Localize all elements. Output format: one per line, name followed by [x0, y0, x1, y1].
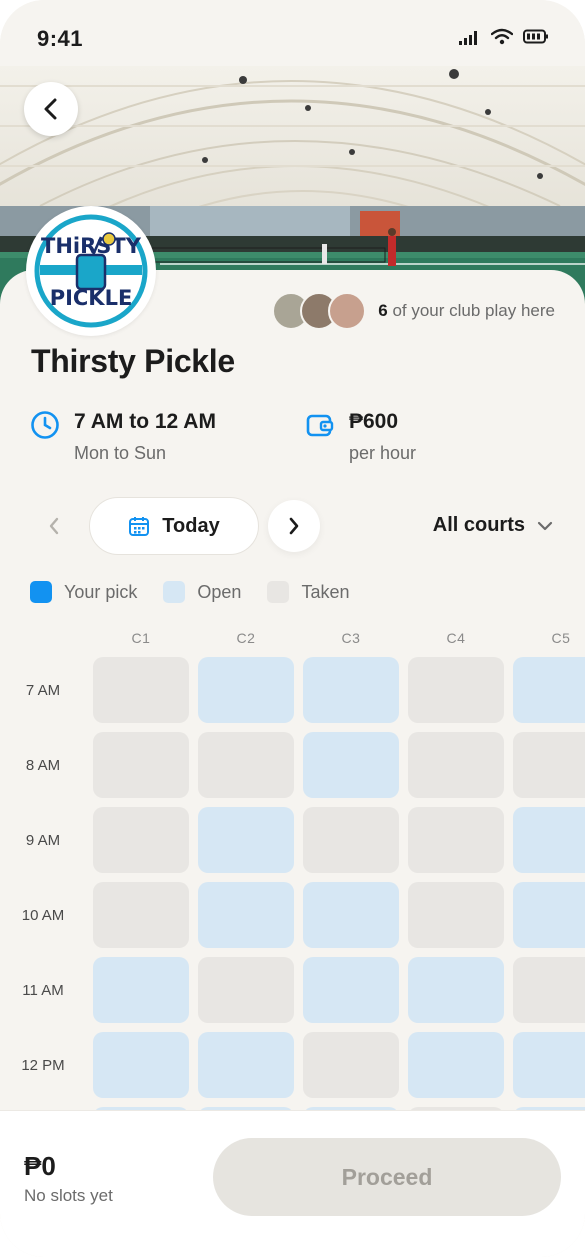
time-slot-taken	[303, 807, 399, 873]
price-sub: per hour	[349, 443, 417, 463]
status-time: 9:41	[37, 26, 84, 51]
time-label: 11 AM	[22, 982, 64, 999]
club-label: of your club play here	[392, 301, 555, 320]
time-slot-open[interactable]	[513, 807, 585, 873]
legend-label: Your pick	[64, 581, 138, 602]
time-label: 8 AM	[25, 757, 61, 774]
calendar-icon	[129, 517, 150, 536]
legend-item-open: Open	[163, 581, 241, 603]
wifi-icon	[491, 28, 513, 45]
page-title: Thirsty Pickle	[31, 343, 235, 379]
chevron-down-icon	[537, 521, 553, 530]
time-slot-open[interactable]	[513, 1032, 585, 1098]
legend-swatch-pick	[30, 581, 52, 603]
time-slot-taken	[303, 1032, 399, 1098]
price-main: ₱600	[349, 410, 399, 433]
next-day-button[interactable]	[268, 500, 320, 552]
chevron-left-icon	[49, 517, 59, 535]
time-slot-taken	[408, 657, 504, 723]
court-filter-label: All courts	[432, 514, 525, 536]
time-slot-open[interactable]	[408, 1032, 504, 1098]
avatar-stack	[272, 292, 367, 330]
legend-label: Taken	[301, 581, 350, 602]
court-header: C2	[236, 630, 256, 646]
time-slot-open[interactable]	[303, 657, 399, 723]
time-slot-open[interactable]	[513, 882, 585, 948]
hours-info: 7 AM to 12 AM Mon to Sun	[30, 410, 216, 464]
time-slot-open[interactable]	[303, 882, 399, 948]
court-header: C1	[131, 630, 151, 646]
time-slot-open[interactable]	[93, 957, 189, 1023]
time-slot-open[interactable]	[198, 657, 294, 723]
club-text: 6 of your club play here	[378, 301, 555, 321]
date-label: Today	[162, 514, 220, 537]
proceed-button[interactable]: Proceed	[213, 1138, 561, 1216]
chevron-left-icon	[44, 98, 57, 120]
checkout-footer: ₱0 No slots yet Proceed	[0, 1110, 585, 1257]
time-slot-taken	[198, 732, 294, 798]
time-label: 7 AM	[25, 682, 61, 699]
venue-logo: THiRSTY PICKLE	[26, 206, 156, 336]
club-count: 6	[378, 301, 388, 320]
time-slot-open[interactable]	[93, 1032, 189, 1098]
time-slot-taken	[408, 807, 504, 873]
time-label: 10 AM	[21, 907, 65, 924]
date-picker-button[interactable]: Today	[89, 497, 259, 555]
slot-legend: Your pick Open Taken	[30, 581, 349, 603]
hours-sub: Mon to Sun	[74, 443, 167, 463]
time-label: 9 AM	[25, 832, 61, 849]
club-members[interactable]: 6 of your club play here	[272, 292, 555, 330]
legend-item-taken: Taken	[267, 581, 349, 603]
time-slot-open[interactable]	[303, 957, 399, 1023]
court-filter-dropdown[interactable]: All courts	[433, 514, 553, 537]
legend-item-pick: Your pick	[30, 581, 137, 603]
time-slot-open[interactable]	[198, 807, 294, 873]
time-slot-taken	[93, 807, 189, 873]
wallet-icon	[306, 414, 334, 437]
status-bar: 9:41	[0, 0, 585, 66]
time-slot-taken	[93, 657, 189, 723]
time-slot-open[interactable]	[198, 882, 294, 948]
time-slot-taken	[408, 882, 504, 948]
signal-icon	[459, 30, 477, 45]
chevron-right-icon	[289, 517, 299, 535]
time-slot-open[interactable]	[513, 657, 585, 723]
status-icons	[459, 28, 549, 45]
total-price: ₱0	[24, 1151, 56, 1181]
time-label: 12 PM	[21, 1057, 65, 1074]
court-header: C3	[341, 630, 361, 646]
legend-label: Open	[197, 581, 242, 602]
time-slot-open[interactable]	[198, 1032, 294, 1098]
clock-icon	[31, 411, 59, 439]
schedule-grid: C1 C2 C3 C4 C5 7 AM 8 AM 9 AM 10 AM 11 AM 12 PM	[0, 620, 585, 1110]
court-header: C4	[446, 630, 466, 646]
time-slot-taken	[408, 732, 504, 798]
legend-swatch-open	[163, 581, 186, 603]
battery-icon	[523, 29, 548, 44]
back-button[interactable]	[24, 82, 78, 136]
court-header: C5	[551, 630, 571, 646]
phone-screen: 9:41 THiRSTY PICKLE 6 of your club play …	[0, 0, 585, 1257]
hours-main: 7 AM to 12 AM	[74, 410, 216, 433]
avatar	[328, 292, 367, 330]
time-slot-taken	[93, 732, 189, 798]
time-slot-open[interactable]	[408, 957, 504, 1023]
time-slot-taken	[513, 957, 585, 1023]
time-slot-taken	[198, 957, 294, 1023]
price-info: ₱600 per hour	[305, 410, 416, 464]
time-slot-taken	[513, 732, 585, 798]
legend-swatch-taken	[267, 581, 290, 603]
time-slot-taken	[93, 882, 189, 948]
total-subtitle: No slots yet	[24, 1186, 113, 1205]
time-slot-open[interactable]	[303, 732, 399, 798]
prev-day-button[interactable]	[28, 500, 80, 552]
